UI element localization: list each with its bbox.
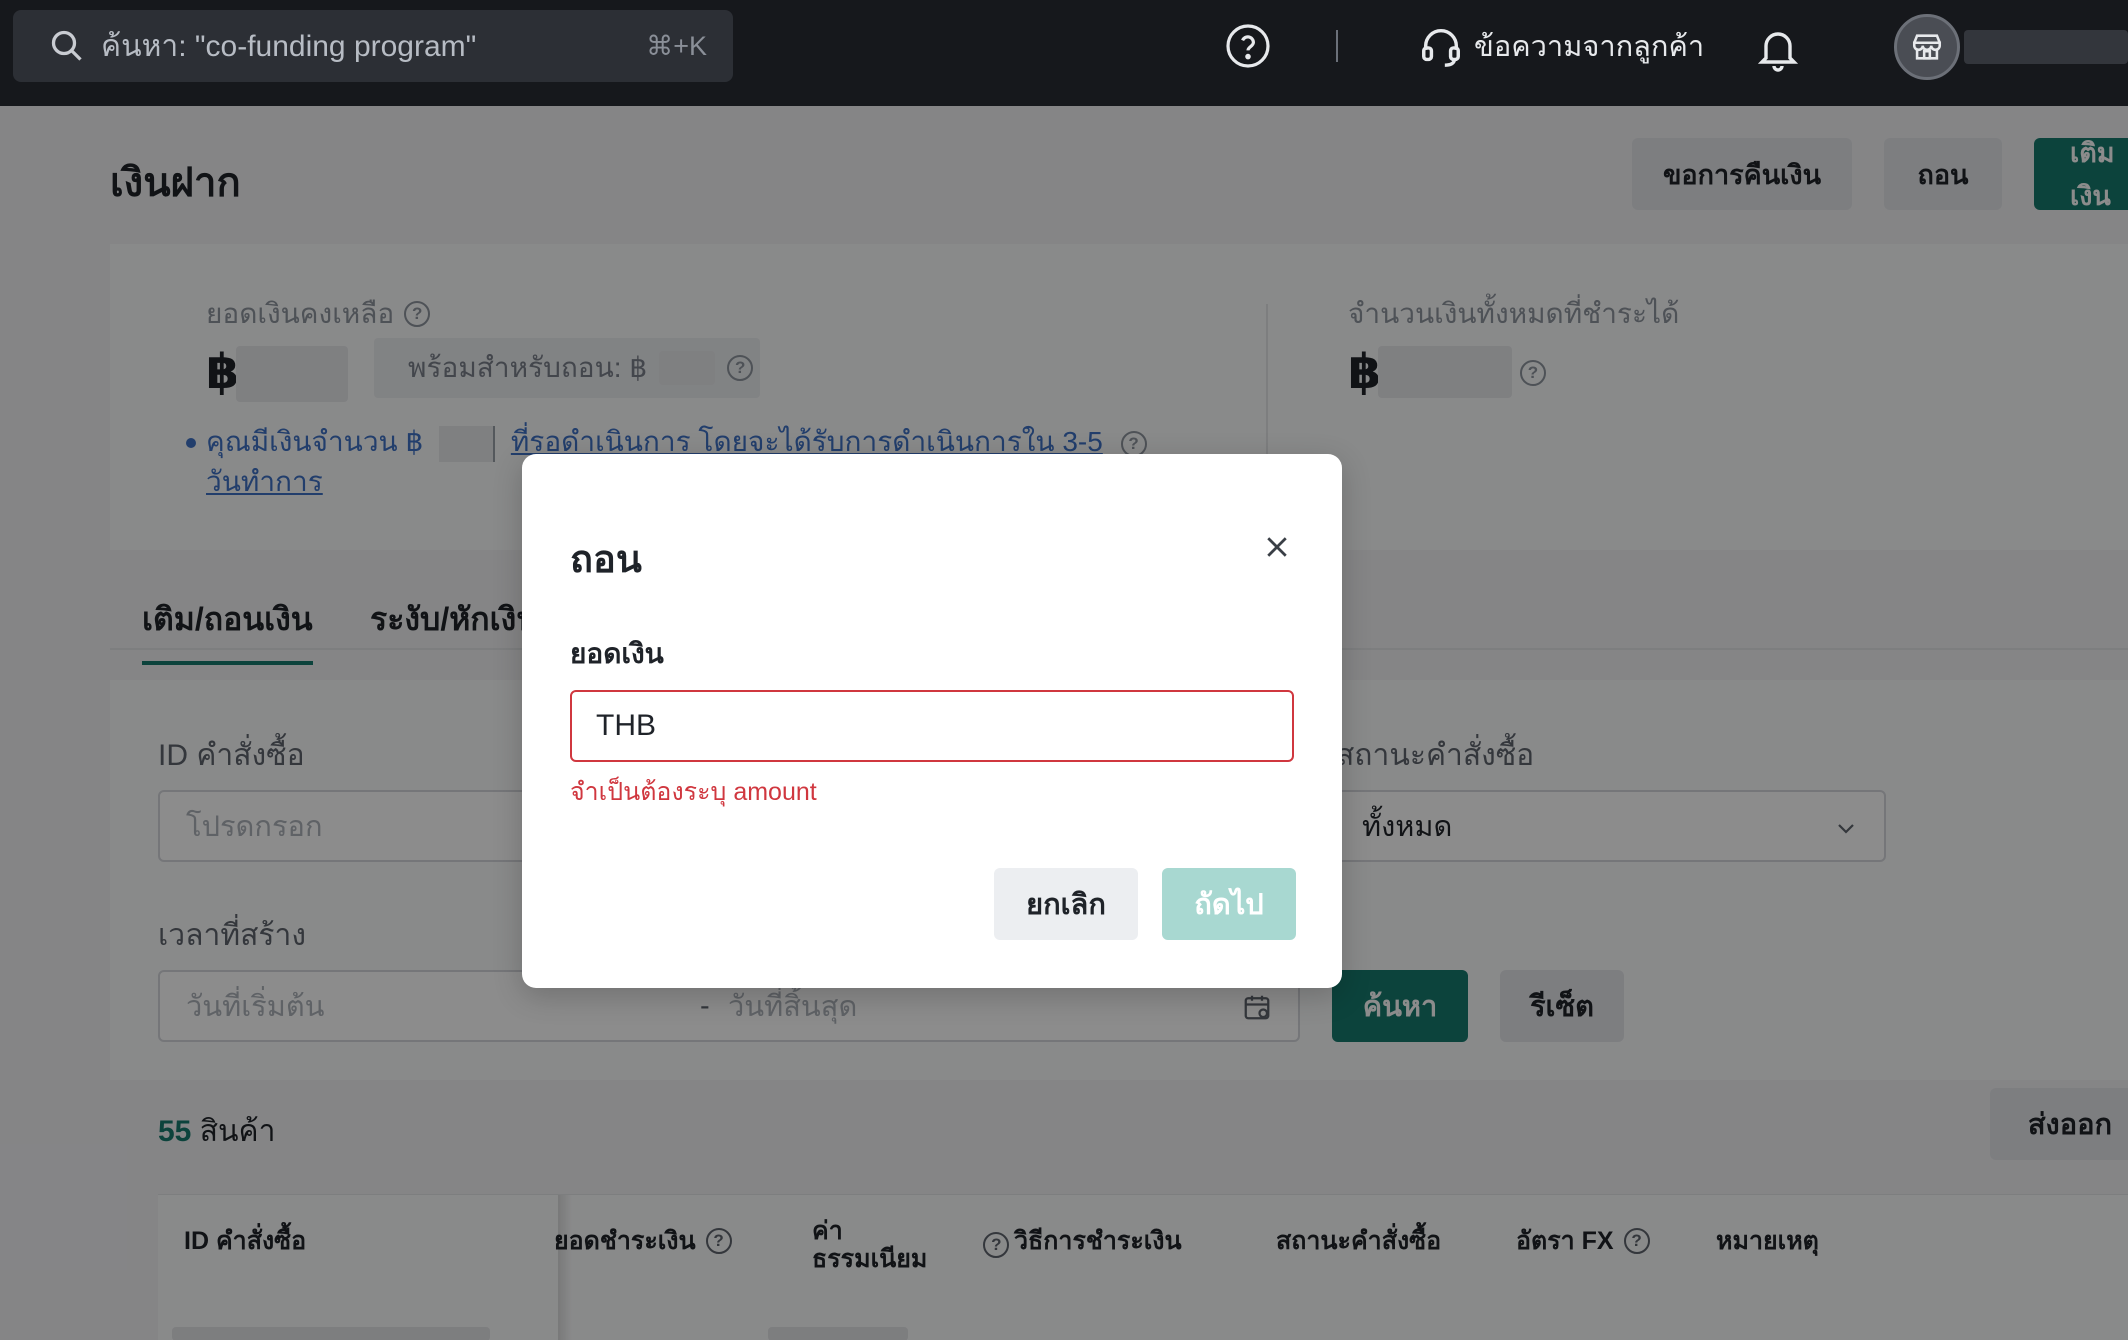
- withdraw-dialog: ถอน ยอดเงิน THB จำเป็นต้องระบุ amount ยก…: [522, 454, 1342, 988]
- search-icon: [51, 30, 82, 61]
- avatar[interactable]: [1894, 14, 1960, 80]
- customer-messages-button[interactable]: ข้อความจากลูกค้า: [1418, 20, 1704, 72]
- top-bar: ค้นหา: "co-funding program" ⌘+K ข้อความจ…: [0, 0, 2128, 106]
- search-placeholder: ค้นหา: "co-funding program": [101, 29, 477, 63]
- amount-input[interactable]: THB: [570, 690, 1294, 762]
- help-icon[interactable]: [1224, 22, 1272, 70]
- dialog-title: ถอน: [570, 539, 642, 581]
- amount-label: ยอดเงิน: [570, 638, 664, 669]
- store-icon: [1912, 34, 1942, 60]
- global-search-input[interactable]: ค้นหา: "co-funding program" ⌘+K: [13, 10, 733, 82]
- cancel-button[interactable]: ยกเลิก: [994, 868, 1138, 940]
- search-shortcut: ⌘+K: [646, 30, 707, 61]
- topbar-divider: [1336, 30, 1338, 62]
- customer-messages-label: ข้อความจากลูกค้า: [1474, 31, 1705, 63]
- headset-icon: [1422, 29, 1460, 67]
- amount-error: จำเป็นต้องระบุ amount: [570, 778, 817, 806]
- next-button[interactable]: ถัดไป: [1162, 868, 1296, 940]
- account-name-redacted: [1964, 30, 2128, 64]
- bell-icon[interactable]: [1754, 22, 1802, 74]
- close-icon[interactable]: [1262, 532, 1292, 562]
